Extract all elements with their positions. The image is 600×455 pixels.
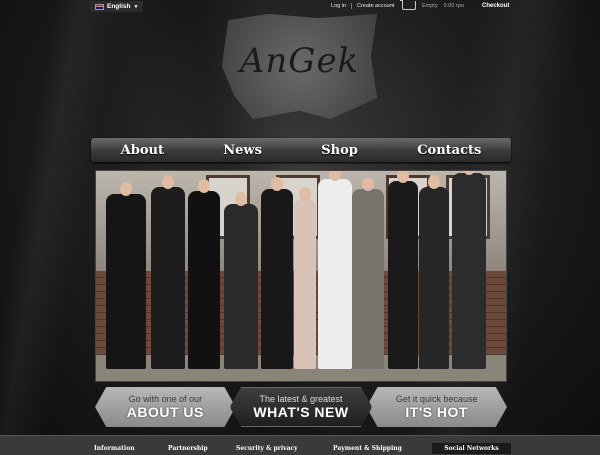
cart-status: Empty	[422, 2, 438, 9]
model-figure	[388, 171, 418, 369]
caret-down-icon: ▼	[133, 3, 139, 10]
model-figure	[318, 171, 352, 369]
about-us-banner[interactable]: Go with one of our ABOUT US	[95, 387, 236, 427]
logo-text: AnGek	[239, 40, 360, 81]
footer: Information Partnership Security & priva…	[0, 435, 600, 455]
checkout-link[interactable]: Checkout	[482, 3, 509, 9]
nav-news[interactable]: News	[223, 143, 262, 158]
create-account-link[interactable]: Create account	[352, 3, 399, 9]
social-networks-tab[interactable]: Social Networks	[432, 443, 511, 454]
login-link[interactable]: Log in	[326, 3, 352, 9]
footer-partnership-link[interactable]: Partnership	[168, 445, 208, 452]
its-hot-banner[interactable]: Get it quick because IT'S HOT	[366, 387, 508, 427]
account-links: Log in Create account	[326, 3, 399, 9]
nav-about[interactable]: About	[121, 143, 164, 158]
language-label: English	[107, 3, 131, 10]
whats-new-banner[interactable]: The latest & greatest WHAT'S NEW	[229, 387, 373, 427]
social-networks-label: Social Networks	[444, 445, 499, 452]
model-figure	[106, 182, 146, 369]
top-bar: English ▼ Log in Create account Empty 0.…	[0, 0, 600, 14]
nav-contacts[interactable]: Contacts	[417, 143, 481, 158]
footer-information-link[interactable]: Information	[94, 445, 135, 452]
model-figure	[452, 171, 486, 369]
banner-title: WHAT'S NEW	[253, 404, 349, 420]
model-figure	[151, 175, 185, 369]
banner-title: ABOUT US	[126, 404, 204, 420]
footer-security-link[interactable]: Security & privacy	[236, 445, 298, 452]
cart-summary[interactable]: Empty 0.00 грн	[400, 0, 464, 10]
uk-flag-icon	[95, 3, 104, 10]
banner-title: IT'S HOT	[405, 404, 468, 420]
site-logo[interactable]: AnGek	[222, 14, 377, 119]
language-selector[interactable]: English ▼	[90, 1, 144, 12]
model-figure	[261, 177, 293, 369]
hero-photo	[95, 170, 507, 382]
model-figure	[188, 179, 220, 369]
promo-banners: Go with one of our ABOUT US The latest &…	[95, 387, 508, 427]
model-figure	[352, 177, 384, 369]
model-figure	[294, 187, 316, 369]
cart-total: 0.00 грн	[443, 2, 464, 9]
nav-shop[interactable]: Shop	[321, 143, 358, 158]
model-figure	[224, 192, 258, 369]
main-nav: About News Shop Contacts	[91, 138, 511, 162]
banner-subtitle: The latest & greatest	[259, 394, 343, 404]
model-figure	[419, 175, 449, 369]
footer-payment-link[interactable]: Payment & Shipping	[333, 445, 402, 452]
banner-subtitle: Go with one of our	[128, 394, 203, 404]
banner-subtitle: Get it quick because	[395, 394, 478, 404]
cart-icon	[400, 0, 416, 10]
